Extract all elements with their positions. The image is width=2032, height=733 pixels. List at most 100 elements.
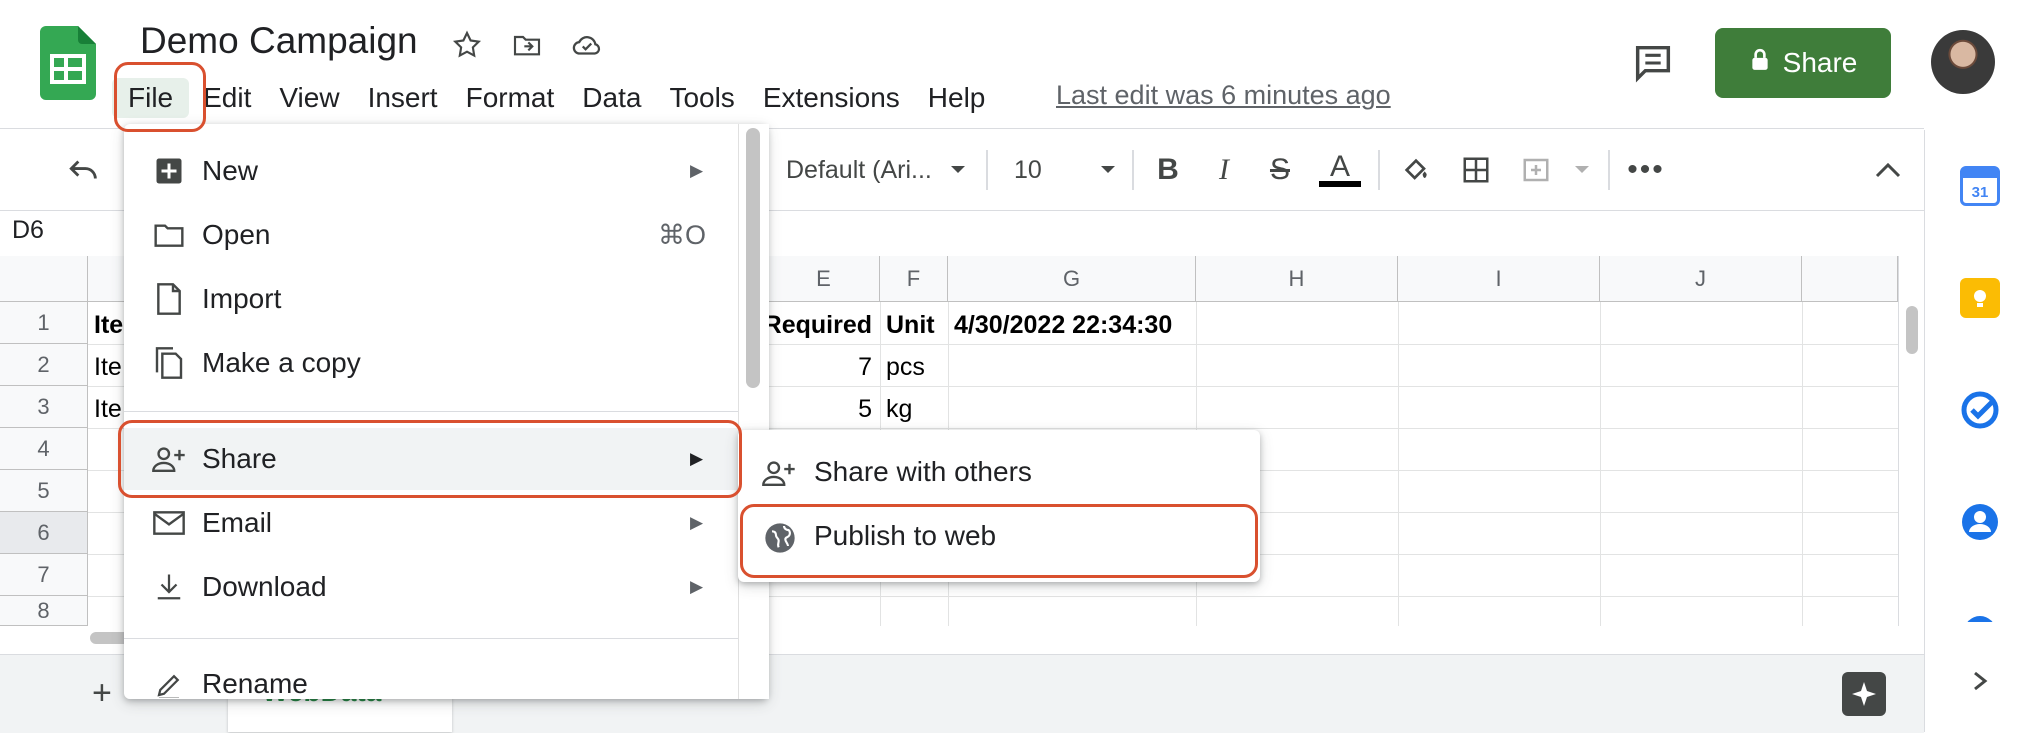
star-icon[interactable] bbox=[446, 24, 488, 66]
font-size-dropdown-icon[interactable] bbox=[1096, 150, 1120, 190]
font-family-select[interactable]: Default (Ari... bbox=[786, 150, 932, 190]
share-button[interactable]: Share bbox=[1715, 28, 1891, 98]
tasks-icon[interactable] bbox=[1960, 390, 2000, 430]
cell-f1[interactable]: Unit bbox=[886, 304, 935, 346]
collapse-toolbar-icon[interactable] bbox=[1868, 150, 1908, 190]
toolbar-divider bbox=[1378, 150, 1380, 190]
cell-e2[interactable]: 7 bbox=[768, 346, 872, 388]
file-menu-new[interactable]: New ▶ bbox=[124, 140, 740, 202]
undo-icon[interactable] bbox=[62, 150, 106, 190]
vertical-scroll-thumb[interactable] bbox=[1906, 306, 1918, 354]
menu-extensions[interactable]: Extensions bbox=[749, 78, 914, 118]
font-size-select[interactable]: 10 bbox=[1014, 150, 1042, 190]
menu-data[interactable]: Data bbox=[568, 78, 655, 118]
document-title[interactable]: Demo Campaign bbox=[140, 20, 418, 62]
bold-icon[interactable]: B bbox=[1150, 150, 1186, 190]
fill-color-icon[interactable] bbox=[1396, 150, 1436, 190]
file-menu-open-label: Open bbox=[202, 219, 271, 250]
toolbar-divider bbox=[1608, 150, 1610, 190]
cell-a1[interactable]: Ite bbox=[94, 304, 123, 346]
cell-g1[interactable]: 4/30/2022 22:34:30 bbox=[954, 304, 1172, 346]
select-all-corner[interactable] bbox=[0, 256, 88, 302]
add-sheet-icon[interactable]: + bbox=[92, 674, 112, 713]
menu-file[interactable]: File bbox=[112, 78, 190, 118]
merge-dropdown-icon[interactable] bbox=[1570, 150, 1594, 190]
cell-a2[interactable]: Ite bbox=[94, 346, 122, 388]
file-menu-open[interactable]: Open ⌘O bbox=[124, 204, 740, 266]
last-edit-link[interactable]: Last edit was 6 minutes ago bbox=[1056, 80, 1391, 111]
row-header-5[interactable]: 5 bbox=[0, 470, 88, 512]
italic-icon[interactable]: I bbox=[1206, 150, 1242, 190]
row-header-2[interactable]: 2 bbox=[0, 344, 88, 386]
font-dropdown-icon[interactable] bbox=[946, 150, 970, 190]
file-menu-make-copy-label: Make a copy bbox=[202, 347, 361, 378]
menu-edit[interactable]: Edit bbox=[189, 78, 265, 118]
column-header-h[interactable]: H bbox=[1196, 256, 1398, 302]
column-header-i[interactable]: I bbox=[1398, 256, 1600, 302]
comment-history-icon[interactable] bbox=[1630, 40, 1676, 86]
column-header-j[interactable]: J bbox=[1600, 256, 1802, 302]
row-header-7[interactable]: 7 bbox=[0, 554, 88, 596]
strikethrough-icon[interactable]: S bbox=[1262, 150, 1298, 190]
row-header-1[interactable]: 1 bbox=[0, 302, 88, 344]
text-color-icon[interactable]: A bbox=[1318, 150, 1362, 190]
user-avatar[interactable] bbox=[1931, 30, 1995, 94]
share-with-others-item[interactable]: Share with others bbox=[738, 444, 1260, 506]
file-menu-share-label: Share bbox=[202, 443, 277, 474]
file-menu-import[interactable]: Import bbox=[124, 268, 740, 330]
file-menu-share[interactable]: Share ▶ bbox=[124, 428, 740, 490]
plus-square-icon bbox=[152, 154, 186, 188]
calendar-icon[interactable]: 31 bbox=[1960, 166, 2000, 206]
menu-help[interactable]: Help bbox=[914, 78, 1000, 118]
menu-format[interactable]: Format bbox=[452, 78, 569, 118]
mail-icon bbox=[152, 506, 186, 540]
row-header-3[interactable]: 3 bbox=[0, 386, 88, 428]
menu-bar: File Edit View Insert Format Data Tools … bbox=[112, 78, 999, 118]
publish-to-web-item[interactable]: Publish to web bbox=[738, 508, 1260, 570]
move-folder-icon[interactable] bbox=[506, 24, 548, 66]
name-box[interactable]: D6 bbox=[12, 216, 44, 245]
menu-view[interactable]: View bbox=[265, 78, 353, 118]
menu-tools[interactable]: Tools bbox=[655, 78, 748, 118]
file-menu-scroll-thumb[interactable] bbox=[746, 128, 760, 388]
explore-icon[interactable] bbox=[1842, 672, 1886, 716]
sheets-logo-icon[interactable] bbox=[40, 26, 96, 100]
row-header-4[interactable]: 4 bbox=[0, 428, 88, 470]
submenu-arrow-icon: ▶ bbox=[690, 161, 704, 180]
grid-line bbox=[1802, 302, 1803, 626]
row-header-6[interactable]: 6 bbox=[0, 512, 88, 554]
file-menu-rename[interactable]: Rename bbox=[124, 654, 740, 698]
column-header-g[interactable]: G bbox=[948, 256, 1196, 302]
file-menu-open-shortcut: ⌘O bbox=[658, 219, 707, 250]
cell-e3[interactable]: 5 bbox=[768, 388, 872, 430]
column-header-next[interactable] bbox=[1802, 256, 1898, 302]
row-header-8[interactable]: 8 bbox=[0, 596, 88, 626]
column-header-f[interactable]: F bbox=[880, 256, 948, 302]
grid-line bbox=[1600, 302, 1601, 626]
file-menu-import-label: Import bbox=[202, 283, 282, 314]
maps-icon[interactable] bbox=[1960, 612, 2000, 622]
side-panel bbox=[1924, 130, 2032, 732]
grid-line bbox=[1398, 302, 1399, 626]
cell-f2[interactable]: pcs bbox=[886, 346, 925, 388]
more-options-icon[interactable]: ••• bbox=[1626, 150, 1666, 190]
submenu-arrow-icon: ▶ bbox=[690, 577, 704, 596]
file-menu-rename-label: Rename bbox=[202, 668, 308, 698]
borders-icon[interactable] bbox=[1456, 150, 1496, 190]
cell-a3[interactable]: Ite bbox=[94, 388, 122, 430]
cloud-saved-icon[interactable] bbox=[566, 24, 608, 66]
cell-f3[interactable]: kg bbox=[886, 388, 912, 430]
column-header-e[interactable]: E bbox=[768, 256, 880, 302]
file-menu-download[interactable]: Download ▶ bbox=[124, 556, 740, 618]
submenu-arrow-icon: ▶ bbox=[690, 449, 704, 468]
merge-cells-icon[interactable] bbox=[1514, 150, 1558, 190]
submenu-arrow-icon: ▶ bbox=[690, 513, 704, 532]
file-menu-make-copy[interactable]: Make a copy bbox=[124, 332, 740, 394]
toolbar-divider bbox=[986, 150, 988, 190]
file-menu-email[interactable]: Email ▶ bbox=[124, 492, 740, 554]
contacts-icon[interactable] bbox=[1960, 502, 2000, 542]
menu-insert[interactable]: Insert bbox=[354, 78, 452, 118]
expand-panel-icon[interactable] bbox=[1968, 664, 1992, 698]
keep-icon[interactable] bbox=[1960, 278, 2000, 318]
menu-divider bbox=[124, 411, 740, 412]
